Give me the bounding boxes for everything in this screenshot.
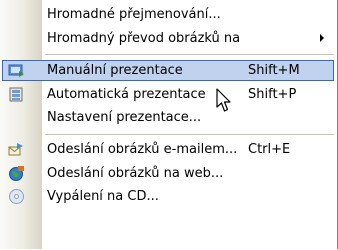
menu-item-label: Vypálení na CD...: [47, 189, 159, 204]
mouse-cursor-icon: [216, 88, 231, 112]
menu-item-manual-slideshow[interactable]: Manuální prezentace Shift+M: [2, 60, 334, 81]
menu-item-send-web[interactable]: Odeslání obrázků na web...: [2, 163, 334, 184]
menu-item-label: Odeslání obrázků na web...: [47, 166, 224, 181]
menu-item-auto-slideshow[interactable]: Automatická prezentace Shift+P: [2, 84, 334, 105]
email-icon: [8, 141, 25, 158]
menu-item-batch-convert[interactable]: Hromadný převod obrázků na: [2, 28, 334, 49]
cd-icon: [8, 188, 25, 205]
context-menu: Hromadné přejmenování... Hromadný převod…: [0, 0, 338, 249]
menu-item-label: Odeslání obrázků e-mailem...: [47, 142, 238, 157]
menu-item-send-email[interactable]: Odeslání obrázků e-mailem... Ctrl+E: [2, 139, 334, 160]
menu-item-shortcut: Ctrl+E: [248, 142, 291, 157]
menu-item-shortcut: Shift+P: [248, 87, 297, 102]
menu-item-shortcut: Shift+M: [248, 63, 300, 78]
menu-separator: [45, 134, 334, 135]
menu-item-label: Automatická prezentace: [47, 87, 206, 102]
menu-separator: [45, 54, 334, 55]
menu-item-label: Hromadný převod obrázků na: [47, 31, 241, 46]
submenu-arrow-icon: [320, 34, 324, 42]
menu-item-batch-rename[interactable]: Hromadné přejmenování...: [2, 4, 334, 25]
slideshow-manual-icon: [8, 62, 25, 79]
menu-item-label: Nastavení prezentace...: [47, 110, 202, 125]
menu-item-label: Hromadné přejmenování...: [47, 7, 221, 22]
slideshow-auto-icon: [8, 86, 25, 103]
menu-item-label: Manuální prezentace: [47, 63, 183, 78]
globe-icon: [8, 165, 25, 182]
menu-item-slideshow-settings[interactable]: Nastavení prezentace...: [2, 107, 334, 128]
menu-item-burn-cd[interactable]: Vypálení na CD...: [2, 186, 334, 207]
